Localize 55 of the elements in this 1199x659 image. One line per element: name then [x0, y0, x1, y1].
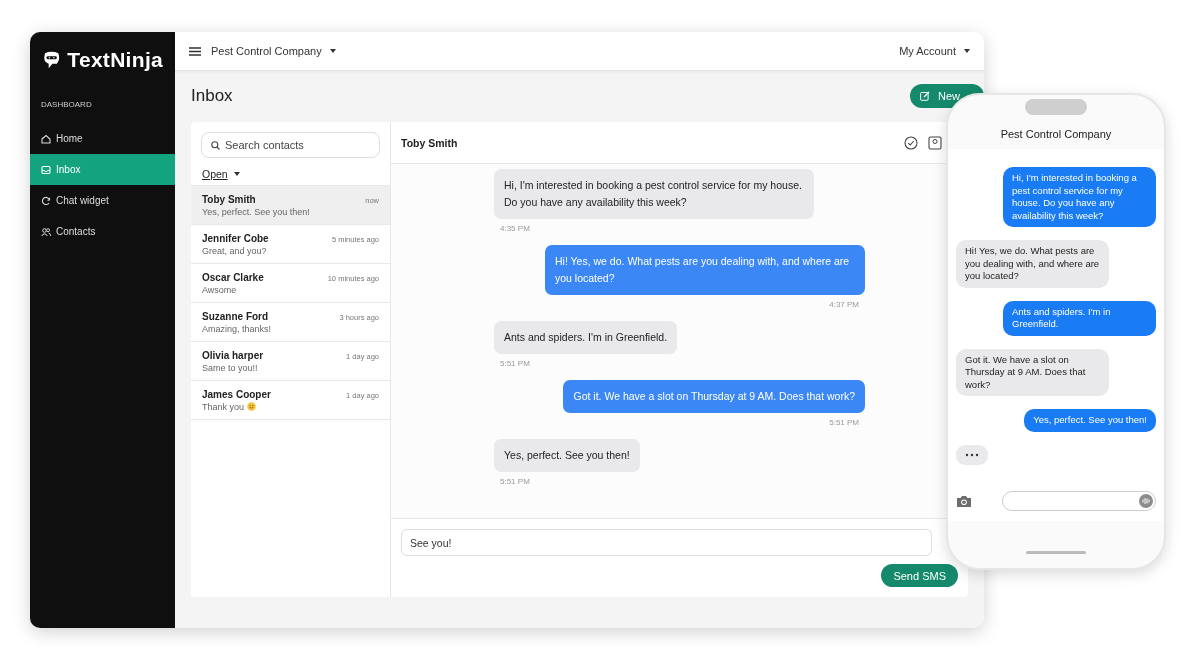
message-preview: Same to you!!	[202, 362, 258, 373]
phone-title: Pest Control Company	[999, 127, 1113, 142]
profile-icon[interactable]	[928, 135, 942, 150]
message-preview: Great, and you?	[202, 245, 267, 256]
incoming-message: Got it. We have a slot on Thursday at 9 AM. Does that work?	[956, 348, 1109, 396]
phone-notch	[1025, 99, 1087, 115]
sidebar-item[interactable]: Chat widget	[30, 185, 175, 216]
contact-name: Oscar Clarke	[202, 271, 264, 283]
message-time: 5:51 PM	[828, 418, 860, 427]
contact-name: Toby Smith	[202, 193, 256, 205]
search-icon	[211, 141, 220, 150]
message-time: 5:51 PM	[499, 359, 531, 368]
people-icon	[41, 226, 51, 237]
search-field[interactable]: Search contacts	[201, 132, 380, 158]
incoming-message: Yes, perfect. See you then!	[494, 439, 640, 472]
send-sms-button[interactable]: Send SMS	[881, 564, 958, 587]
filter-dropdown[interactable]: Open	[202, 168, 240, 180]
inbox-icon	[41, 164, 51, 175]
message-input[interactable]: See you!	[401, 529, 932, 556]
menu-icon[interactable]	[189, 46, 201, 56]
page-title: Inbox	[191, 86, 233, 106]
message-time: 5:51 PM	[499, 477, 531, 486]
contact-name: Olivia harper	[202, 349, 264, 361]
sidebar-item[interactable]: Contacts	[30, 216, 175, 247]
message-preview: Awsome	[202, 284, 237, 295]
outgoing-message: Hi, I'm interested in booking a pest control service for my house. Do you have any availability this week?	[1003, 167, 1156, 227]
camera-icon[interactable]	[956, 494, 972, 508]
outgoing-message: Hi! Yes, we do. What pests are you dealing with, and where are you located?	[545, 245, 865, 295]
contact-name: James Cooper	[202, 388, 271, 400]
message-preview: Amazing, thanks!	[202, 323, 272, 334]
check-circle-icon[interactable]	[904, 135, 918, 150]
home-icon	[41, 133, 51, 144]
message-time: 4:35 PM	[499, 224, 531, 233]
edit-icon	[920, 91, 930, 101]
refresh-chat-icon	[41, 195, 51, 206]
outgoing-message: Yes, perfect. See you then!	[1024, 409, 1156, 432]
section-label: DASHBOARD	[40, 99, 93, 109]
incoming-message: Ants and spiders. I'm in Greenfield.	[494, 321, 678, 354]
brand-name: TextNinja	[67, 48, 163, 72]
outgoing-message: Ants and spiders. I'm in Greenfield.	[1003, 300, 1156, 336]
message-preview: Yes, perfect. See you then!	[202, 206, 310, 217]
home-indicator	[1026, 551, 1086, 554]
contact-name: Jennifer Cobe	[202, 232, 269, 244]
incoming-message: Hi, I'm interested in booking a pest control service for my house. Do you have any availability this week?	[494, 169, 814, 219]
message-preview: Thank you	[202, 401, 245, 412]
company-dropdown[interactable]: Pest Control Company	[211, 45, 336, 57]
outgoing-message: Got it. We have a slot on Thursday at 9 AM. Does that work?	[563, 380, 865, 413]
chat-contact-name: Toby Smith	[401, 136, 458, 149]
incoming-message: Hi! Yes, we do. What pests are you dealing with, and where are you located?	[956, 240, 1109, 288]
message-time: 4:37 PM	[828, 300, 860, 309]
contact-name: Suzanne Ford	[202, 310, 269, 322]
voice-icon[interactable]	[1139, 494, 1153, 508]
sidebar-item[interactable]: Home	[30, 123, 175, 154]
account-dropdown[interactable]: My Account	[899, 45, 970, 57]
typing-indicator-icon	[956, 444, 988, 465]
